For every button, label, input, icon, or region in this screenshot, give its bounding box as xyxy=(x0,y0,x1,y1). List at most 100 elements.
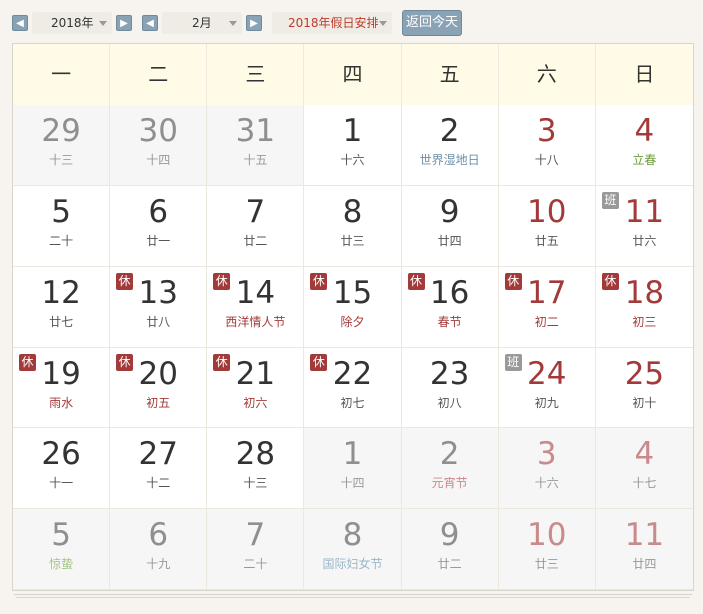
calendar-grid: 29 十三 30 十四 31 十五 1 十六 2 世界湿地日 3 十八 4 立春 5 二十 6 廿一 7 廿二 8 廿三 9… xyxy=(13,105,693,590)
holiday-schedule-select[interactable]: 2018年假日安排 xyxy=(272,12,392,34)
day-number: 2 xyxy=(439,436,460,473)
lunar-date: 初九 xyxy=(534,395,559,410)
day-cell[interactable]: 12 廿七 xyxy=(13,266,111,348)
day-cell[interactable]: 休 16 春节 xyxy=(401,266,499,348)
chevron-down-icon xyxy=(379,21,387,26)
lunar-date: 惊蛰 xyxy=(49,557,74,572)
day-cell[interactable]: 10 廿三 xyxy=(498,509,596,590)
day-number: 1 xyxy=(342,113,363,149)
day-number: 25 xyxy=(624,355,665,392)
day-cell[interactable]: 26 十一 xyxy=(13,428,111,510)
day-cell[interactable]: 25 初十 xyxy=(595,347,693,429)
day-cell[interactable]: 4 十七 xyxy=(595,428,693,510)
day-cell[interactable]: 休 14 西洋情人节 xyxy=(207,266,305,348)
lunar-date: 十六 xyxy=(340,153,365,167)
day-cell[interactable]: 28 十三 xyxy=(207,428,305,510)
day-number: 10 xyxy=(527,517,567,554)
day-cell[interactable]: 休 19 雨水 xyxy=(13,347,111,429)
day-number: 21 xyxy=(235,355,276,392)
chevron-right-icon: ▶ xyxy=(120,18,128,29)
day-cell[interactable]: 休 21 初六 xyxy=(207,347,305,429)
day-number: 6 xyxy=(148,193,169,230)
prev-year-button[interactable]: ◀ xyxy=(12,15,28,31)
chevron-left-icon: ◀ xyxy=(16,18,24,29)
day-number: 6 xyxy=(148,517,169,554)
back-to-today-button[interactable]: 返回今天 xyxy=(402,10,462,36)
lunar-date: 十六 xyxy=(534,476,559,491)
lunar-date: 十三 xyxy=(243,476,268,491)
day-cell[interactable]: 30 十四 xyxy=(110,105,208,186)
day-cell[interactable]: 31 十五 xyxy=(207,105,305,186)
calendar-toolbar: ◀ 2018年 ▶ ◀ 2月 ▶ 2018年假日安排 返回今天 xyxy=(0,0,703,44)
weekday-header: 一二三四五六 日 xyxy=(13,44,693,106)
day-cell[interactable]: 6 廿一 xyxy=(110,185,208,267)
lunar-date: 雨水 xyxy=(49,395,74,410)
day-cell[interactable]: 2 世界湿地日 xyxy=(401,105,499,186)
lunar-date: 十五 xyxy=(243,153,268,167)
lunar-date: 二十 xyxy=(49,233,74,248)
lunar-date: 廿四 xyxy=(437,233,462,248)
day-number: 20 xyxy=(138,355,178,392)
day-cell[interactable]: 休 18 初三 xyxy=(595,266,693,348)
day-cell[interactable]: 10 廿五 xyxy=(498,185,596,267)
day-cell[interactable]: 9 廿四 xyxy=(401,185,499,267)
day-number: 3 xyxy=(536,436,557,473)
lunar-date: 十七 xyxy=(632,476,657,491)
day-number: 14 xyxy=(235,274,276,311)
day-cell[interactable]: 休 22 初七 xyxy=(304,347,402,429)
day-number: 22 xyxy=(332,355,373,392)
day-cell[interactable]: 6 十九 xyxy=(110,509,208,590)
day-cell[interactable]: 班 11 廿六 xyxy=(595,185,693,267)
day-cell[interactable]: 3 十八 xyxy=(498,105,596,186)
lunar-date: 十三 xyxy=(49,153,74,167)
lunar-date: 初八 xyxy=(437,395,462,410)
day-cell[interactable]: 班 24 初九 xyxy=(498,347,596,429)
day-cell[interactable]: 8 国际妇女节 xyxy=(304,509,402,590)
day-cell[interactable]: 23 初八 xyxy=(401,347,499,429)
day-number: 26 xyxy=(41,436,81,473)
chevron-left-icon: ◀ xyxy=(146,18,154,29)
day-number: 10 xyxy=(527,193,567,230)
lunar-date: 廿四 xyxy=(632,557,657,572)
day-cell[interactable]: 休 15 除夕 xyxy=(304,266,402,348)
day-cell[interactable]: 9 廿二 xyxy=(401,509,499,590)
day-number: 9 xyxy=(439,517,460,554)
day-cell[interactable]: 8 廿三 xyxy=(304,185,402,267)
day-cell[interactable]: 29 十三 xyxy=(13,105,111,186)
lunar-date: 廿五 xyxy=(534,233,559,248)
day-cell[interactable]: 4 立春 xyxy=(595,105,693,186)
day-cell[interactable]: 7 廿二 xyxy=(207,185,305,267)
day-number: 1 xyxy=(342,436,363,473)
lunar-date: 西洋情人节 xyxy=(225,314,286,329)
month-select[interactable]: 2月 xyxy=(162,12,242,34)
day-cell[interactable]: 1 十四 xyxy=(304,428,402,510)
prev-month-button[interactable]: ◀ xyxy=(142,15,158,31)
day-number: 31 xyxy=(235,113,276,149)
next-month-button[interactable]: ▶ xyxy=(246,15,262,31)
day-number: 13 xyxy=(138,274,178,311)
lunar-date: 初十 xyxy=(632,395,657,410)
day-cell[interactable]: 7 二十 xyxy=(207,509,305,590)
day-cell[interactable]: 休 20 初五 xyxy=(110,347,208,429)
day-cell[interactable]: 5 惊蛰 xyxy=(13,509,111,590)
day-cell[interactable]: 1 十六 xyxy=(304,105,402,186)
lunar-date: 廿二 xyxy=(243,233,268,248)
lunar-date: 二十 xyxy=(243,557,268,572)
day-cell[interactable]: 3 十六 xyxy=(498,428,596,510)
day-cell[interactable]: 休 13 廿八 xyxy=(110,266,208,348)
next-year-button[interactable]: ▶ xyxy=(116,15,132,31)
day-cell[interactable]: 11 廿四 xyxy=(595,509,693,590)
year-select-value: 2018年 xyxy=(51,16,94,30)
day-number: 16 xyxy=(429,274,470,311)
lunar-date: 除夕 xyxy=(340,314,365,329)
day-cell[interactable]: 休 17 初二 xyxy=(498,266,596,348)
weekday-label: 日 xyxy=(634,62,655,86)
day-cell[interactable]: 2 元宵节 xyxy=(401,428,499,510)
year-select[interactable]: 2018年 xyxy=(32,12,112,34)
day-cell[interactable]: 5 二十 xyxy=(13,185,111,267)
day-number: 9 xyxy=(439,193,460,230)
day-cell[interactable]: 27 十二 xyxy=(110,428,208,510)
lunar-date: 十一 xyxy=(49,476,74,491)
day-number: 24 xyxy=(527,355,567,392)
day-number: 19 xyxy=(41,355,81,392)
